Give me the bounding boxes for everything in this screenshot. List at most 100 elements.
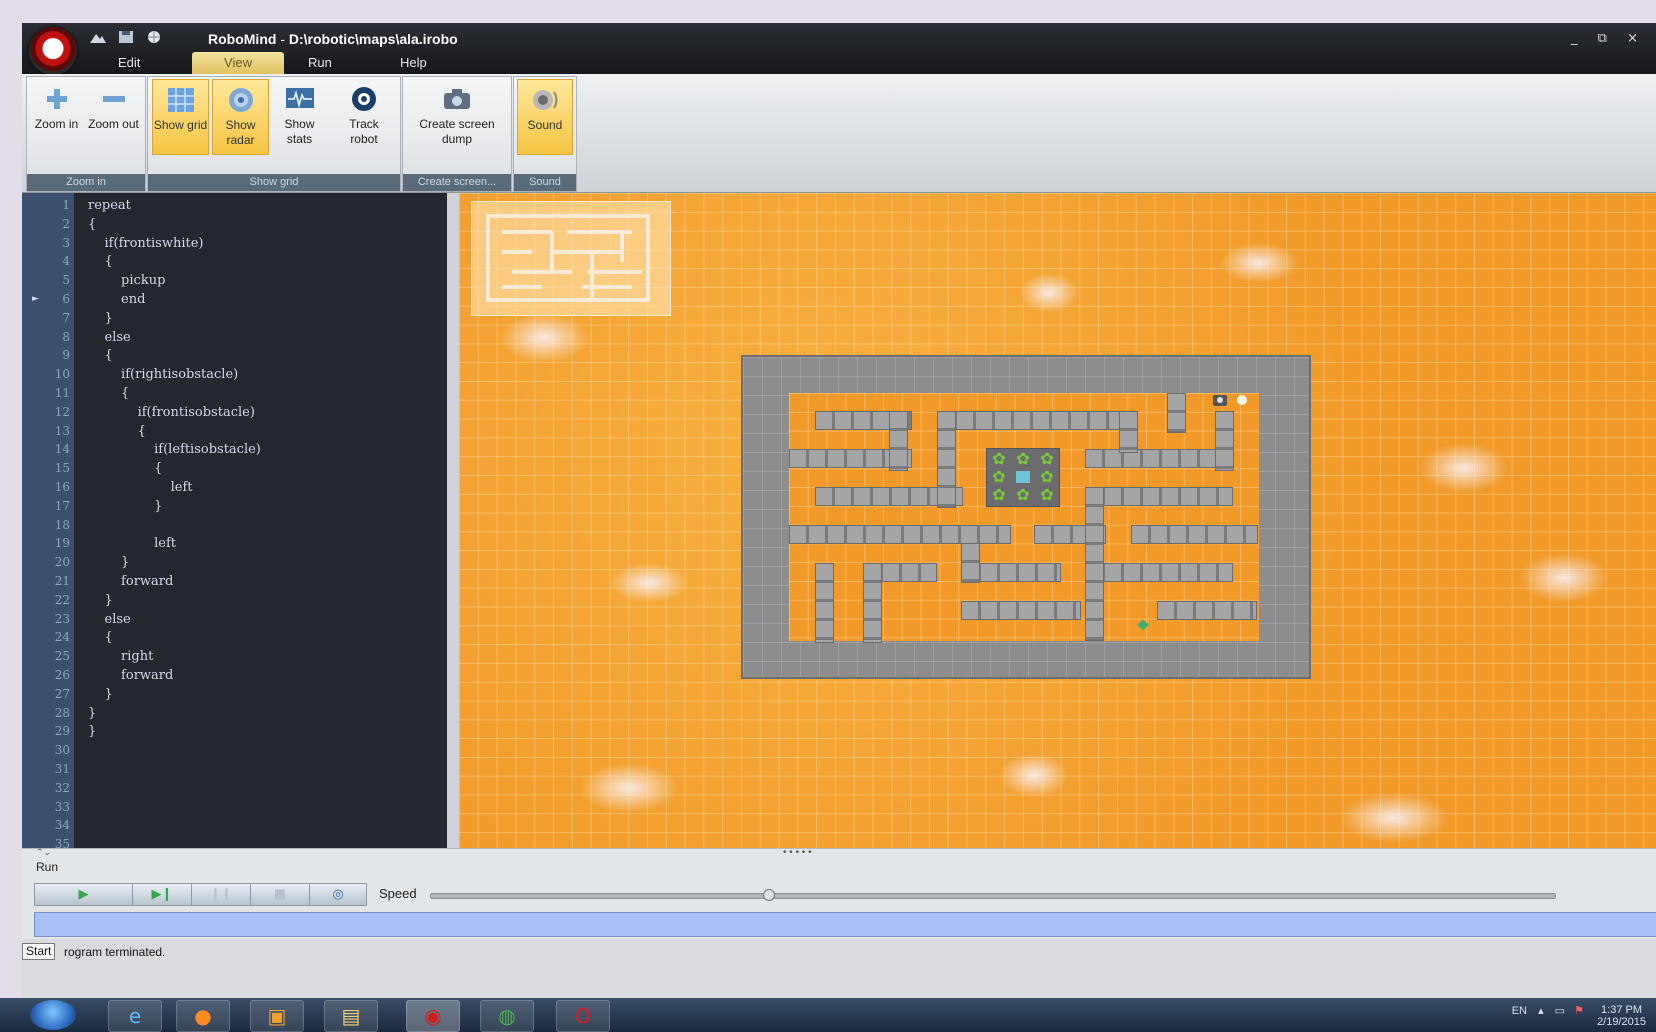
code-line[interactable]: { <box>88 252 113 271</box>
white-beacon <box>1237 395 1247 405</box>
reset-button[interactable]: ◎ <box>309 883 367 906</box>
line-number: 5 <box>62 273 70 288</box>
world-map[interactable]: ✿ ✿ ✿ ✿ ✿ ✿ ✿ ✿ <box>459 193 1656 848</box>
clock-date: 2/19/2015 <box>1597 1016 1646 1028</box>
code-line[interactable]: repeat <box>88 196 131 215</box>
code-line[interactable]: if(frontisobstacle) <box>88 403 255 422</box>
clock[interactable]: 1:37 PM 2/19/2015 <box>1597 1004 1646 1028</box>
speed-slider-thumb[interactable] <box>762 889 775 901</box>
plant-icon: ✿ <box>1040 449 1054 468</box>
code-line[interactable]: } <box>88 591 113 610</box>
line-number: 15 <box>54 461 70 476</box>
opera-icon[interactable]: O <box>556 1000 610 1032</box>
start-button[interactable] <box>30 1000 76 1030</box>
cloud-decoration <box>1339 793 1449 843</box>
code-line[interactable]: } <box>88 497 162 516</box>
code-line[interactable]: right <box>88 647 153 666</box>
folder-icon[interactable]: ▤ <box>324 1000 378 1032</box>
line-number: 25 <box>54 649 70 664</box>
chrome-icon[interactable]: ◍ <box>480 1000 534 1032</box>
plant-icon: ✿ <box>992 485 1006 504</box>
ribbon-group-label: Create screen... <box>403 174 511 191</box>
line-number: 13 <box>54 423 70 438</box>
internet-explorer-icon[interactable]: e <box>108 1000 162 1032</box>
code-editor[interactable]: 1 2 3 4 5 6 7 8 9 10 11 12 13 14 15 16 17 18 19 20 21 22 23 24 2… <box>22 193 447 848</box>
code-line[interactable]: if(frontiswhite) <box>88 234 204 253</box>
show-radar-button[interactable]: Show radar <box>212 79 269 155</box>
panel-resize-grip[interactable]: ••••• <box>782 848 814 858</box>
grid-icon <box>167 88 194 112</box>
sound-button[interactable]: Sound <box>517 79 573 155</box>
code-line[interactable]: } <box>88 553 129 572</box>
maze-wall-block <box>937 411 1135 430</box>
run-panel-label: Run <box>36 860 59 874</box>
line-number: 7 <box>62 310 70 325</box>
app-menu-button[interactable] <box>29 27 77 75</box>
collapse-handle-icon[interactable]: ⌃⌄ <box>36 848 51 858</box>
code-line[interactable]: } <box>88 309 113 328</box>
firefox-icon[interactable]: ● <box>176 1000 230 1032</box>
code-line[interactable]: { <box>88 384 129 403</box>
play-button[interactable]: ▶ <box>34 883 133 906</box>
line-number: 34 <box>54 818 70 833</box>
plant-icon: ✿ <box>1016 449 1030 468</box>
code-line[interactable]: { <box>88 628 113 647</box>
code-line[interactable]: forward <box>88 572 173 591</box>
code-line[interactable]: } <box>88 704 96 723</box>
code-line[interactable]: { <box>88 215 96 234</box>
network-icon[interactable]: ▭ <box>1555 1005 1565 1017</box>
globe-icon[interactable] <box>145 30 163 44</box>
robomind-task-icon[interactable]: ◉ <box>406 1000 460 1032</box>
code-line[interactable]: else <box>88 610 131 629</box>
code-line[interactable]: left <box>88 478 193 497</box>
code-line[interactable]: left <box>88 534 176 553</box>
cloud-decoration <box>499 313 589 363</box>
zoom-out-button[interactable]: Zoom out <box>86 79 141 153</box>
code-line[interactable]: end <box>88 290 145 309</box>
tray-expand-icon[interactable]: ▴ <box>1538 1005 1544 1017</box>
maze-wall-block <box>961 601 1081 620</box>
show-grid-button[interactable]: Show grid <box>152 79 209 155</box>
clock-time: 1:37 PM <box>1601 1004 1643 1016</box>
menu-run[interactable]: Run <box>308 55 332 70</box>
code-line[interactable]: } <box>88 722 96 741</box>
code-line[interactable]: if(rightisobstacle) <box>88 365 238 384</box>
code-line[interactable]: { <box>88 346 113 365</box>
menu-view[interactable]: View <box>192 52 284 74</box>
line-number: 33 <box>54 799 70 814</box>
stop-button[interactable]: ■ <box>250 883 310 906</box>
code-line[interactable]: if(leftisobstacle) <box>88 440 261 459</box>
show-stats-button[interactable]: Show stats <box>272 79 327 153</box>
line-number: 22 <box>54 592 70 607</box>
flag-icon[interactable]: ⚑ <box>1574 1005 1584 1017</box>
window-controls[interactable]: _ ⧉ × <box>1571 31 1646 46</box>
code-line[interactable]: } <box>88 685 113 704</box>
pause-button[interactable]: ❙❙ <box>191 883 251 906</box>
track-robot-button[interactable]: Track robot <box>334 79 394 153</box>
reset-target-icon: ◎ <box>332 887 344 902</box>
radar-icon <box>228 88 253 112</box>
line-number: 6 <box>62 292 70 306</box>
code-line[interactable]: else <box>88 328 131 347</box>
cloud-decoration <box>1419 443 1509 493</box>
menu-help[interactable]: Help <box>400 55 427 70</box>
language-indicator[interactable]: EN <box>1512 1005 1527 1017</box>
code-line[interactable]: forward <box>88 666 173 685</box>
open-map-icon[interactable] <box>89 30 107 44</box>
system-tray[interactable]: EN ▴ ▭ ⚑ 1:37 PM 2/19/2015 <box>1512 1004 1646 1028</box>
code-line[interactable]: { <box>88 459 162 478</box>
maze-wall-block <box>889 411 908 471</box>
maze-wall-block <box>1085 449 1227 468</box>
create-screen-dump-button[interactable]: Create screen dump <box>407 79 507 153</box>
menu-edit[interactable]: Edit <box>118 55 140 70</box>
step-button[interactable]: ▶❙ <box>132 883 192 906</box>
media-player-icon[interactable]: ▣ <box>250 1000 304 1032</box>
code-line[interactable]: pickup <box>88 271 165 290</box>
editor-splitter[interactable] <box>447 193 459 848</box>
zoom-in-button[interactable]: Zoom in <box>29 79 84 153</box>
line-number: 32 <box>54 780 70 795</box>
save-icon[interactable] <box>117 30 135 44</box>
status-bar: rogram terminated. Start <box>22 941 1656 963</box>
code-line[interactable]: { <box>88 422 146 441</box>
speed-slider[interactable] <box>430 893 1556 899</box>
